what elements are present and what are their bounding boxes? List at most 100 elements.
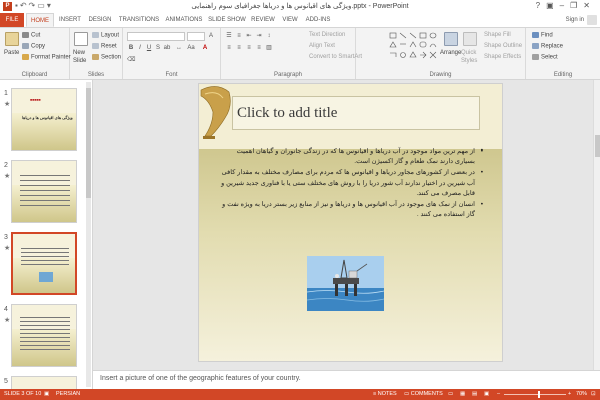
sign-in-link[interactable]: Sign in: [566, 13, 584, 27]
zoom-level[interactable]: 70%: [576, 391, 587, 397]
tab-home[interactable]: HOME: [26, 13, 54, 27]
italic-icon[interactable]: I: [136, 44, 144, 52]
strikethrough-icon[interactable]: ab: [163, 44, 171, 52]
zoom-slider-knob[interactable]: [538, 391, 540, 398]
replace-button[interactable]: Replace: [532, 43, 563, 50]
title-placeholder[interactable]: Click to add title: [232, 96, 480, 130]
change-case-icon[interactable]: Aa: [187, 44, 195, 52]
thumbnail-scrollbar[interactable]: [86, 82, 91, 387]
reading-view-icon[interactable]: ▤: [472, 391, 477, 397]
ribbon-display-icon[interactable]: ▣: [546, 1, 560, 10]
decrease-indent-icon[interactable]: ⇤: [245, 32, 253, 40]
slide-thumbnail-pane[interactable]: 1 ★ ■■■■■ ویژگی های اقیانوس ها و دریاها …: [0, 80, 93, 389]
font-name-combo[interactable]: [127, 32, 185, 41]
slide-thumbnail-1[interactable]: ■■■■■ ویژگی های اقیانوس ها و دریاها: [11, 88, 77, 151]
tab-file[interactable]: FILE: [0, 13, 24, 27]
line-spacing-icon[interactable]: ↕: [265, 32, 273, 40]
slide-sorter-icon[interactable]: ▦: [460, 391, 465, 397]
thumb-3-picture: [39, 272, 53, 282]
align-right-icon[interactable]: ≡: [245, 44, 253, 52]
font-size-combo[interactable]: [187, 32, 205, 41]
tab-view[interactable]: VIEW: [280, 13, 300, 27]
arrange-icon[interactable]: [444, 32, 458, 46]
fit-slide-icon[interactable]: ⊡: [591, 391, 596, 397]
shadow-icon[interactable]: S: [154, 44, 162, 52]
justify-icon[interactable]: ≡: [255, 44, 263, 52]
tab-animations[interactable]: ANIMATIONS: [163, 13, 205, 27]
shape-fill-button[interactable]: Shape Fill: [484, 32, 511, 38]
comments-button[interactable]: ▭ COMMENTS: [404, 391, 443, 397]
layout-button[interactable]: Layout: [92, 32, 119, 39]
tab-review[interactable]: REVIEW: [249, 13, 277, 27]
zoom-in-button[interactable]: +: [568, 391, 571, 397]
drawing-group: Arrange Quick Styles Shape Fill Shape Ou…: [356, 28, 526, 79]
content-placeholder[interactable]: از مهم ترین مواد موجود در آب دریاها و اق…: [221, 146, 483, 221]
arrange-button[interactable]: Arrange: [440, 50, 461, 56]
convert-smartart-button[interactable]: Convert to SmartArt: [309, 54, 362, 60]
slide-thumbnail-5[interactable]: [11, 376, 77, 389]
thumbnail-scroll-thumb[interactable]: [86, 88, 91, 198]
bold-icon[interactable]: B: [127, 44, 135, 52]
new-slide-label-2[interactable]: Slide: [73, 58, 86, 64]
clear-formatting-icon[interactable]: ⌫: [127, 56, 135, 64]
zoom-slider[interactable]: [504, 394, 566, 395]
slide-scrollbar[interactable]: [593, 80, 600, 370]
tab-design[interactable]: DESIGN: [86, 13, 114, 27]
find-button[interactable]: Find: [532, 32, 553, 39]
char-spacing-icon[interactable]: ↔: [175, 44, 183, 52]
shapes-gallery[interactable]: [388, 31, 440, 63]
columns-icon[interactable]: ▥: [265, 44, 273, 52]
help-button[interactable]: ?: [536, 1, 546, 10]
quick-styles-label-2[interactable]: Styles: [461, 58, 477, 64]
format-painter-button[interactable]: Format Painter: [22, 54, 71, 61]
user-avatar[interactable]: [587, 15, 597, 25]
minimize-button[interactable]: –: [560, 1, 570, 10]
grow-font-icon[interactable]: A: [207, 32, 215, 40]
slides-label: Slides: [87, 72, 105, 78]
select-icon: [532, 54, 539, 60]
quick-styles-icon[interactable]: [463, 32, 477, 46]
underline-icon[interactable]: U: [145, 44, 153, 52]
close-button[interactable]: ✕: [583, 1, 596, 10]
notes-pane[interactable]: Insert a picture of one of the geographi…: [93, 370, 600, 389]
font-color-icon[interactable]: A: [201, 44, 209, 52]
bullets-icon[interactable]: ☰: [225, 32, 233, 40]
paste-button[interactable]: Paste: [4, 50, 19, 56]
normal-view-icon[interactable]: ▭: [448, 391, 453, 397]
oil-platform-picture[interactable]: [307, 256, 384, 311]
tab-insert[interactable]: INSERT: [57, 13, 83, 27]
slide-edit-area[interactable]: Click to add title از مهم ترین مواد موجو…: [93, 80, 600, 370]
reset-button[interactable]: Reset: [92, 43, 117, 50]
slideshow-view-icon[interactable]: ▣: [484, 391, 489, 397]
shape-outline-button[interactable]: Shape Outline: [484, 43, 522, 49]
cut-button[interactable]: Cut: [22, 32, 40, 39]
ribbon-tabs: FILE HOME INSERT DESIGN TRANSITIONS ANIM…: [0, 13, 600, 27]
text-direction-button[interactable]: Text Direction: [309, 32, 345, 38]
slide-thumbnail-3[interactable]: [11, 232, 77, 295]
numbering-icon[interactable]: ≡: [235, 32, 243, 40]
increase-indent-icon[interactable]: ⇥: [255, 32, 263, 40]
tab-slide-show[interactable]: SLIDE SHOW: [207, 13, 247, 27]
align-text-button[interactable]: Align Text: [309, 43, 335, 49]
proofing-icon[interactable]: ▣: [44, 391, 49, 397]
copy-button[interactable]: Copy: [22, 43, 45, 50]
slide-scroll-thumb[interactable]: [595, 135, 600, 157]
slide-thumbnail-2[interactable]: [11, 160, 77, 223]
shape-effects-button[interactable]: Shape Effects: [484, 54, 521, 60]
new-slide-button[interactable]: New: [73, 50, 85, 56]
zoom-out-button[interactable]: –: [497, 391, 500, 397]
language-indicator[interactable]: PERSIAN: [56, 391, 80, 397]
align-center-icon[interactable]: ≡: [235, 44, 243, 52]
notes-button[interactable]: ≡ NOTES: [373, 391, 397, 397]
select-button[interactable]: Select: [532, 54, 558, 61]
slide-thumbnail-4[interactable]: [11, 304, 77, 367]
align-left-icon[interactable]: ≡: [225, 44, 233, 52]
tab-add-ins[interactable]: ADD-INS: [303, 13, 333, 27]
new-slide-icon[interactable]: [74, 32, 88, 46]
restore-button[interactable]: ❐: [570, 1, 583, 10]
section-button[interactable]: Section: [92, 54, 121, 61]
quick-styles-button[interactable]: Quick: [461, 50, 476, 56]
current-slide[interactable]: Click to add title از مهم ترین مواد موجو…: [198, 83, 503, 362]
tab-transitions[interactable]: TRANSITIONS: [117, 13, 161, 27]
paste-icon[interactable]: [5, 32, 19, 46]
